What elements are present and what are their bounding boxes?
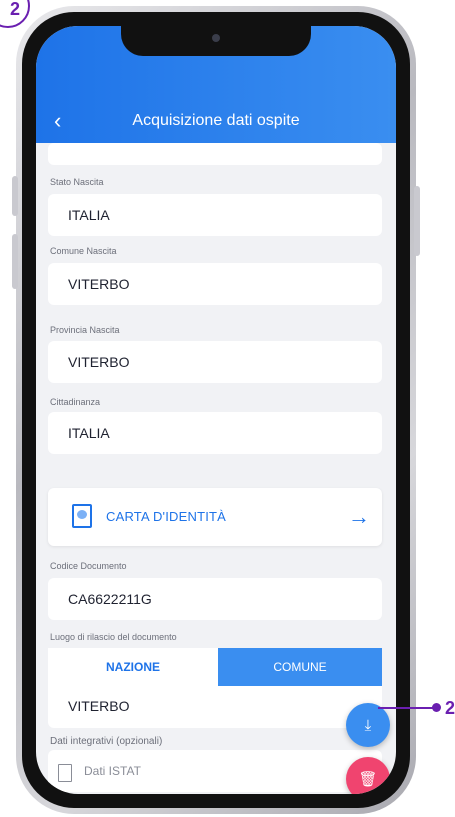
step-badge: 2: [0, 0, 30, 28]
download-icon: ⤓: [364, 716, 372, 734]
document-icon: [58, 764, 72, 782]
document-code-input[interactable]: CA6622211G: [48, 578, 382, 620]
callout-dot: [432, 703, 441, 712]
tab-comune[interactable]: COMUNE: [218, 648, 382, 686]
page-title: Acquisizione dati ospite: [132, 112, 300, 129]
form-content: Stato Nascita ITALIA Comune Nascita VITE…: [36, 143, 396, 794]
istat-button-label: Dati ISTAT: [84, 764, 141, 778]
callout-line: [378, 707, 436, 709]
field-card[interactable]: [48, 143, 382, 165]
field-value: VITERBO: [68, 276, 130, 292]
phone-bezel: ‹ Acquisizione dati ospite Stato Nascita…: [22, 12, 410, 808]
field-label: Provincia Nascita: [50, 325, 120, 335]
field-value: CA6622211G: [68, 591, 152, 607]
phone-frame: ‹ Acquisizione dati ospite Stato Nascita…: [12, 6, 420, 814]
document-type-card[interactable]: CARTA D'IDENTITÀ →: [48, 488, 382, 546]
field-input[interactable]: ITALIA: [48, 412, 382, 454]
id-card-icon: [72, 504, 92, 528]
issue-place-tabs: NAZIONE COMUNE: [48, 648, 382, 686]
field-label: Comune Nascita: [50, 246, 117, 256]
issue-place-input[interactable]: VITERBO: [48, 686, 382, 728]
step-number: 2: [9, 0, 20, 19]
field-label: Stato Nascita: [50, 177, 104, 187]
field-value: VITERBO: [68, 698, 130, 714]
document-type-label: CARTA D'IDENTITÀ: [106, 509, 227, 524]
delete-button[interactable]: 🗑: [346, 757, 390, 794]
field-value: VITERBO: [68, 354, 130, 370]
phone-side-button: [12, 234, 18, 289]
field-input[interactable]: VITERBO: [48, 341, 382, 383]
field-value: ITALIA: [68, 207, 110, 223]
callout-number: 2: [445, 698, 455, 718]
tab-nazione[interactable]: NAZIONE: [48, 648, 218, 686]
phone-side-button: [12, 176, 18, 216]
camera-icon: [212, 34, 220, 42]
phone-side-button: [414, 186, 420, 256]
arrow-right-icon[interactable]: →: [348, 504, 370, 530]
field-label: Codice Documento: [50, 561, 127, 571]
istat-button[interactable]: Dati ISTAT: [48, 750, 382, 792]
field-input[interactable]: VITERBO: [48, 263, 382, 305]
download-button[interactable]: ⤓: [346, 703, 390, 747]
field-input[interactable]: ITALIA: [48, 194, 382, 236]
field-label: Cittadinanza: [50, 397, 101, 407]
app-screen: ‹ Acquisizione dati ospite Stato Nascita…: [36, 26, 396, 794]
trash-icon: 🗑: [358, 771, 378, 788]
field-label: Dati integrativi (opzionali): [50, 736, 163, 747]
field-value: ITALIA: [68, 425, 110, 441]
field-label: Luogo di rilascio del documento: [50, 632, 177, 642]
